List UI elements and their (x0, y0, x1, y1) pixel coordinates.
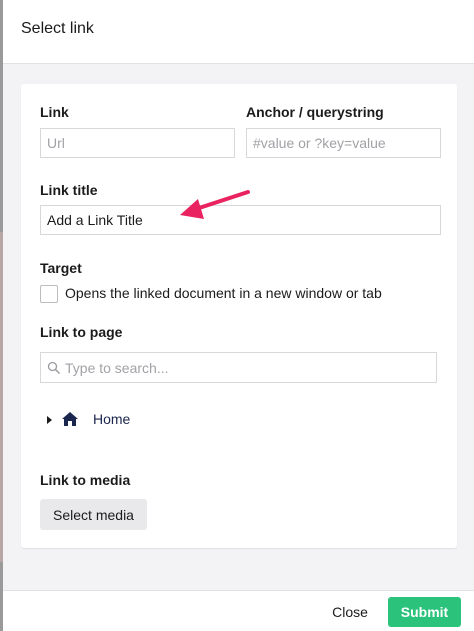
anchor-input[interactable] (246, 128, 441, 158)
url-input[interactable] (40, 128, 235, 158)
link-form-card: Link Anchor / querystring Link title Tar… (21, 84, 457, 548)
link-title-input[interactable] (40, 205, 441, 235)
submit-button[interactable]: Submit (388, 597, 461, 627)
anchor-label: Anchor / querystring (246, 104, 384, 120)
new-window-checkbox[interactable] (40, 285, 58, 303)
link-to-media-label: Link to media (40, 472, 131, 488)
caret-right-icon[interactable] (47, 416, 52, 424)
link-to-page-label: Link to page (40, 324, 123, 340)
page-search-input[interactable] (65, 353, 433, 382)
select-link-dialog: Select link Link Anchor / querystring Li… (3, 0, 474, 631)
select-media-button[interactable]: Select media (40, 499, 147, 530)
link-label: Link (40, 104, 69, 120)
home-icon (62, 412, 78, 426)
page-search-box (40, 352, 437, 383)
link-title-label: Link title (40, 182, 98, 198)
dialog-footer: Close Submit (3, 590, 474, 631)
new-window-checkbox-label[interactable]: Opens the linked document in a new windo… (65, 285, 382, 301)
dialog-title: Select link (21, 20, 94, 37)
close-button[interactable]: Close (325, 599, 375, 625)
tree-item-home[interactable]: Home (47, 407, 167, 431)
dialog-header: Select link (3, 0, 474, 64)
search-icon (47, 361, 61, 375)
target-label: Target (40, 260, 82, 276)
tree-item-label[interactable]: Home (93, 411, 130, 427)
